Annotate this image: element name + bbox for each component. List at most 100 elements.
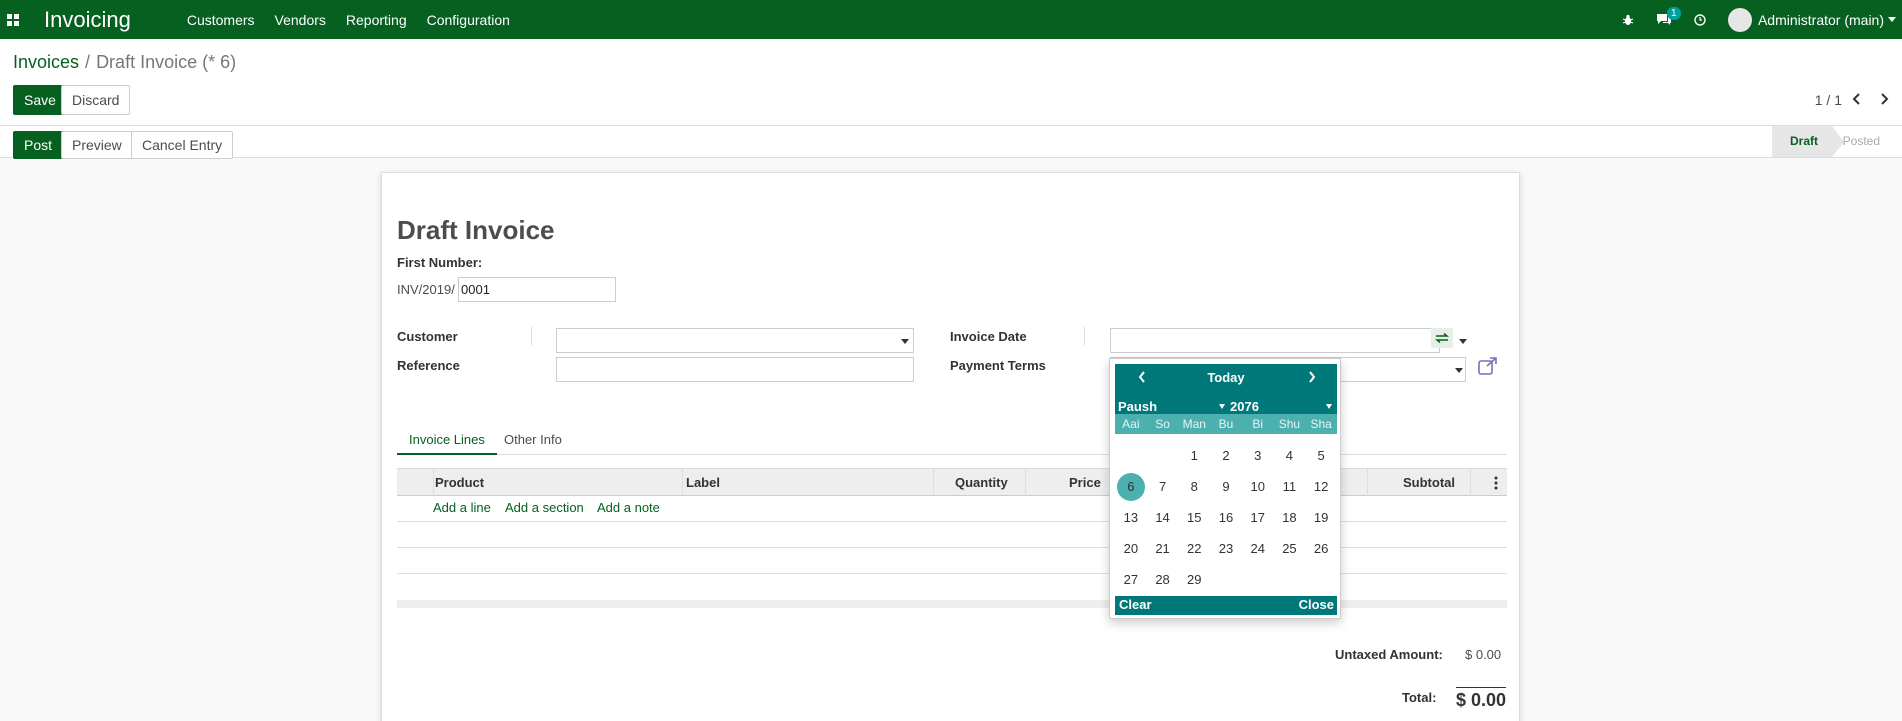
- tab-other-info[interactable]: Other Info: [492, 425, 574, 455]
- column-subtotal[interactable]: Subtotal: [1403, 469, 1455, 496]
- calendar-day[interactable]: 3: [1242, 440, 1274, 471]
- calendar-day-label: 22: [1187, 541, 1202, 556]
- calendar-day-label: 7: [1158, 479, 1167, 494]
- column-separator: [433, 469, 434, 496]
- close-button[interactable]: Close: [1299, 597, 1334, 612]
- calendar-day-label: 20: [1123, 541, 1139, 556]
- chevron-right-icon[interactable]: [1305, 370, 1319, 384]
- cancel-entry-button[interactable]: Cancel Entry: [131, 131, 234, 159]
- invoice-number-input[interactable]: [458, 277, 616, 302]
- weekday-label: Bu: [1218, 417, 1234, 431]
- calendar-day[interactable]: 19: [1305, 502, 1337, 533]
- calendar-day[interactable]: 7: [1147, 471, 1179, 502]
- avatar[interactable]: [1727, 7, 1752, 32]
- clock-icon[interactable]: [1694, 13, 1706, 26]
- calendar-day[interactable]: 24: [1242, 533, 1274, 564]
- today-button[interactable]: Today: [1115, 370, 1337, 385]
- preview-button[interactable]: Preview: [61, 131, 133, 159]
- chevron-down-icon[interactable]: [1888, 17, 1896, 22]
- invoice-date-input[interactable]: [1110, 328, 1440, 353]
- column-quantity[interactable]: Quantity: [955, 469, 1008, 496]
- calendar-day-label: 29: [1187, 572, 1202, 587]
- top-navbar: Invoicing Customers Vendors Reporting Co…: [0, 0, 1902, 39]
- calendar-day[interactable]: 4: [1274, 440, 1306, 471]
- calendar-day[interactable]: 27: [1115, 564, 1147, 595]
- calendar-day[interactable]: 5: [1305, 440, 1337, 471]
- bug-icon[interactable]: [1622, 14, 1634, 26]
- add-section-link[interactable]: Add a section: [505, 500, 584, 515]
- calendar-day-label: 13: [1123, 510, 1139, 525]
- tab-invoice-lines[interactable]: Invoice Lines: [397, 425, 497, 455]
- column-product[interactable]: Product: [435, 469, 484, 496]
- calendar-day-label: 6: [1127, 479, 1135, 494]
- calendar-day[interactable]: 2: [1210, 440, 1242, 471]
- customer-input[interactable]: [556, 328, 914, 353]
- year-select[interactable]: 2076: [1230, 399, 1259, 414]
- calendar-day[interactable]: 6: [1115, 471, 1147, 502]
- breadcrumb-invoices[interactable]: Invoices: [13, 52, 79, 72]
- apps-grid-icon[interactable]: [0, 0, 26, 39]
- date-dropdown-icon[interactable]: [1459, 339, 1467, 344]
- calendar-day[interactable]: 25: [1274, 533, 1306, 564]
- column-label[interactable]: Label: [686, 469, 720, 496]
- calendar-day[interactable]: 11: [1274, 471, 1306, 502]
- calendar-day-label: 9: [1222, 479, 1230, 494]
- discard-button[interactable]: Discard: [61, 85, 131, 115]
- app-name[interactable]: Invoicing: [44, 7, 131, 33]
- customer-label: Customer: [397, 329, 458, 344]
- field-separator: [1084, 327, 1085, 345]
- calendar-day[interactable]: 16: [1210, 502, 1242, 533]
- calendar-day-label: 5: [1317, 448, 1325, 463]
- chat-icon[interactable]: 1: [1656, 7, 1681, 26]
- menu-item-configuration[interactable]: Configuration: [427, 12, 510, 28]
- payment-terms-dropdown-icon[interactable]: [1455, 368, 1463, 373]
- save-button[interactable]: Save: [13, 85, 67, 115]
- calendar-day[interactable]: 21: [1147, 533, 1179, 564]
- calendar-day[interactable]: 9: [1210, 471, 1242, 502]
- menu-item-customers[interactable]: Customers: [187, 12, 255, 28]
- external-link-icon[interactable]: [1478, 357, 1498, 378]
- swap-icon[interactable]: [1431, 328, 1453, 348]
- calendar-day-label: 2: [1222, 448, 1230, 463]
- calendar-day[interactable]: 29: [1178, 564, 1210, 595]
- calendar-day[interactable]: 12: [1305, 471, 1337, 502]
- clear-button[interactable]: Clear: [1119, 597, 1152, 612]
- add-line-link[interactable]: Add a line: [433, 500, 491, 515]
- untaxed-amount-value: $ 0.00: [1465, 647, 1502, 662]
- weekday-label: Man: [1182, 417, 1206, 431]
- kebab-menu-icon[interactable]: [1494, 476, 1498, 493]
- calendar-day[interactable]: 28: [1147, 564, 1179, 595]
- menu-item-reporting[interactable]: Reporting: [346, 12, 407, 28]
- chevron-right-icon[interactable]: [1880, 92, 1890, 106]
- invoice-date-label: Invoice Date: [950, 329, 1027, 344]
- calendar-day[interactable]: 14: [1147, 502, 1179, 533]
- calendar-day-label: 3: [1254, 448, 1262, 463]
- calendar-day[interactable]: 22: [1178, 533, 1210, 564]
- pager-value[interactable]: 1 / 1: [1815, 92, 1842, 108]
- calendar-day[interactable]: 13: [1115, 502, 1147, 533]
- calendar-day[interactable]: 10: [1242, 471, 1274, 502]
- calendar-day[interactable]: 18: [1274, 502, 1306, 533]
- month-select[interactable]: Paush: [1118, 399, 1157, 414]
- calendar-day[interactable]: 17: [1242, 502, 1274, 533]
- status-posted[interactable]: Posted: [1831, 126, 1892, 157]
- add-note-link[interactable]: Add a note: [597, 500, 660, 515]
- calendar-day[interactable]: 23: [1210, 533, 1242, 564]
- post-button[interactable]: Post: [13, 131, 64, 159]
- calendar-day[interactable]: 1: [1178, 440, 1210, 471]
- calendar-day[interactable]: 15: [1178, 502, 1210, 533]
- systray: 1 Administrator (main): [1622, 0, 1902, 39]
- chevron-down-icon[interactable]: [1326, 404, 1332, 409]
- user-menu[interactable]: Administrator (main): [1758, 12, 1884, 28]
- calendar-day-label: 24: [1250, 541, 1265, 556]
- reference-input[interactable]: [556, 357, 914, 382]
- column-price[interactable]: Price: [1069, 469, 1101, 496]
- calendar-day[interactable]: 8: [1178, 471, 1210, 502]
- customer-dropdown-icon[interactable]: [901, 339, 909, 344]
- status-draft[interactable]: Draft: [1771, 126, 1845, 157]
- calendar-day[interactable]: 20: [1115, 533, 1147, 564]
- menu-item-vendors[interactable]: Vendors: [275, 12, 326, 28]
- calendar-day[interactable]: 26: [1305, 533, 1337, 564]
- chevron-down-icon[interactable]: [1219, 404, 1225, 409]
- chevron-left-icon[interactable]: [1852, 92, 1862, 106]
